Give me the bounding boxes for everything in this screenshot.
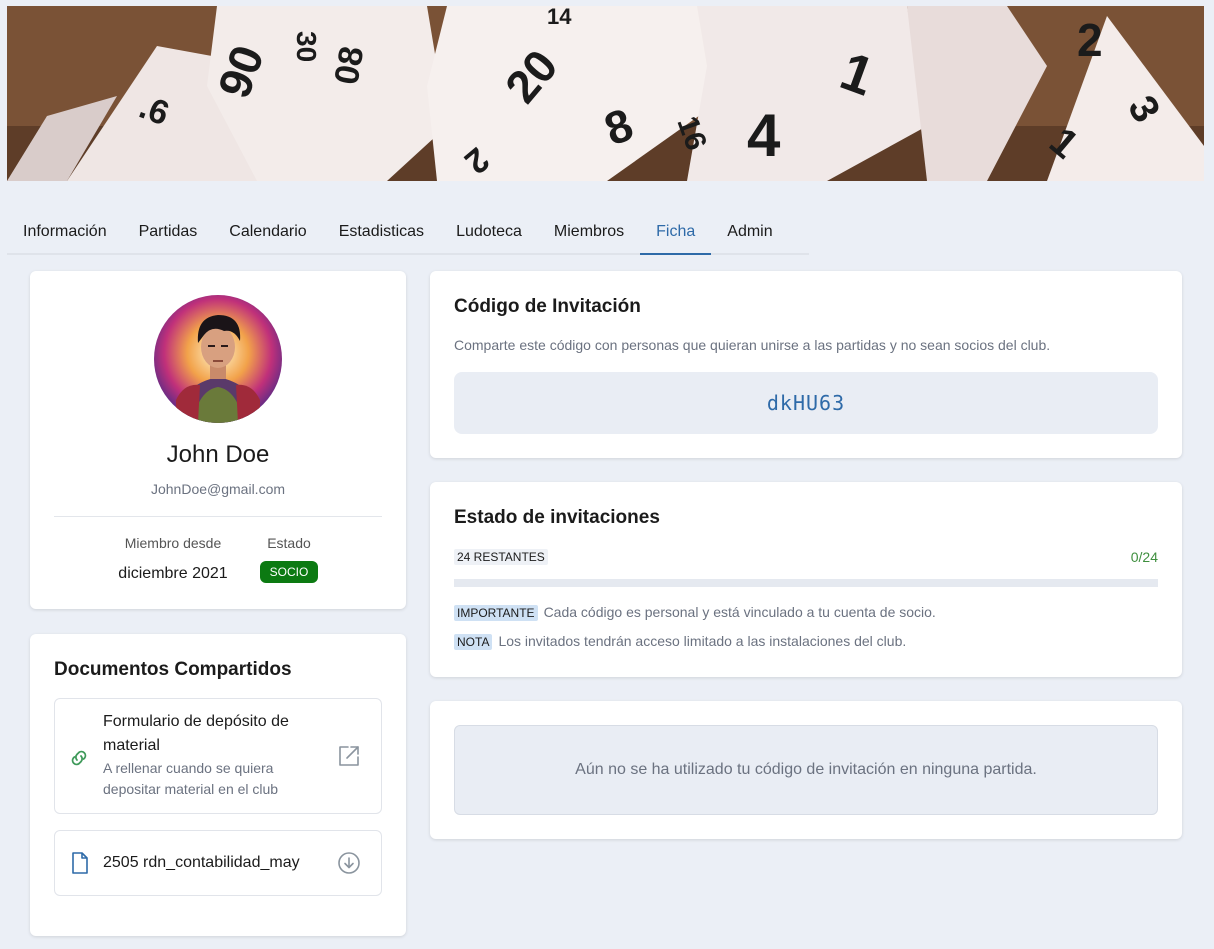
link-icon [71, 750, 87, 766]
document-subtitle: A rellenar cuando se quiera depositar ma… [103, 760, 279, 797]
status-badge: SOCIO [259, 561, 319, 583]
shared-documents-card: Documentos Compartidos Formulario de dep… [30, 634, 406, 936]
invitation-code-title: Código de Invitación [454, 296, 641, 317]
tab-ficha[interactable]: Ficha [640, 212, 712, 255]
member-since-label: Miembro desde [124, 535, 222, 551]
empty-state-message: Aún no se ha utilizado tu código de invi… [454, 725, 1158, 815]
download-icon[interactable] [337, 851, 361, 875]
member-since-value: diciembre 2021 [118, 565, 228, 582]
remaining-label: 24 RESTANTES [454, 549, 548, 565]
tab-ludoteca[interactable]: Ludoteca [440, 212, 538, 253]
tab-calendario[interactable]: Calendario [213, 212, 322, 253]
svg-text:2: 2 [1077, 14, 1103, 66]
tab-estadisticas[interactable]: Estadisticas [323, 212, 440, 253]
tab-partidas[interactable]: Partidas [123, 212, 214, 253]
important-tag: IMPORTANTE [454, 605, 538, 621]
invitation-progress-bar [454, 579, 1158, 587]
note-important: IMPORTANTE Cada código es personal y está… [454, 604, 936, 621]
external-link-icon[interactable] [337, 744, 361, 768]
nota-text: Los invitados tendrán acceso limitado a … [498, 633, 907, 649]
member-status: Estado SOCIO [256, 535, 322, 583]
documents-title: Documentos Compartidos [54, 659, 292, 680]
invitation-usage-card: Aún no se ha utilizado tu código de invi… [430, 701, 1182, 839]
invitation-code[interactable]: dkHU63 [454, 372, 1158, 434]
document-item[interactable]: Formulario de depósito de material A rel… [54, 698, 382, 814]
profile-email: JohnDoe@gmail.com [150, 481, 286, 497]
invitation-code-card: Código de Invitación Comparte este códig… [430, 271, 1182, 458]
tab-informacion[interactable]: Información [7, 212, 123, 253]
svg-text:14: 14 [547, 6, 572, 29]
tab-miembros[interactable]: Miembros [538, 212, 640, 253]
invitation-status-title: Estado de invitaciones [454, 507, 660, 528]
tab-admin[interactable]: Admin [711, 212, 788, 253]
invitation-code-description: Comparte este código con personas que qu… [454, 337, 1051, 353]
note-nota: NOTA Los invitados tendrán acceso limitad… [454, 633, 906, 650]
document-title: Formulario de depósito de material [103, 713, 289, 754]
remaining-badge: 24 RESTANTES [454, 548, 548, 566]
divider [54, 516, 382, 517]
document-title: 2505 rdn_contabilidad_may [103, 854, 300, 871]
svg-text:4: 4 [747, 102, 781, 169]
nota-tag: NOTA [454, 634, 493, 650]
invitation-count: 0/24 [1130, 549, 1158, 565]
file-icon [72, 852, 88, 874]
svg-text:08: 08 [327, 44, 371, 88]
status-label: Estado [267, 535, 311, 551]
main-tabs: Información Partidas Calendario Estadist… [7, 212, 809, 255]
member-since: Miembro desde diciembre 2021 [116, 535, 230, 583]
club-banner-image: .6 90 08 30 20 14 8 2 16 4 1 2 3 1 [7, 6, 1204, 181]
profile-name: John Doe [166, 441, 270, 468]
svg-text:30: 30 [291, 31, 322, 62]
avatar [154, 295, 282, 423]
important-text: Cada código es personal y está vinculado… [543, 604, 936, 620]
document-item[interactable]: 2505 rdn_contabilidad_may [54, 830, 382, 896]
profile-card: John Doe JohnDoe@gmail.com Miembro desde… [30, 271, 406, 609]
invitation-status-card: Estado de invitaciones 24 RESTANTES 0/24… [430, 482, 1182, 677]
